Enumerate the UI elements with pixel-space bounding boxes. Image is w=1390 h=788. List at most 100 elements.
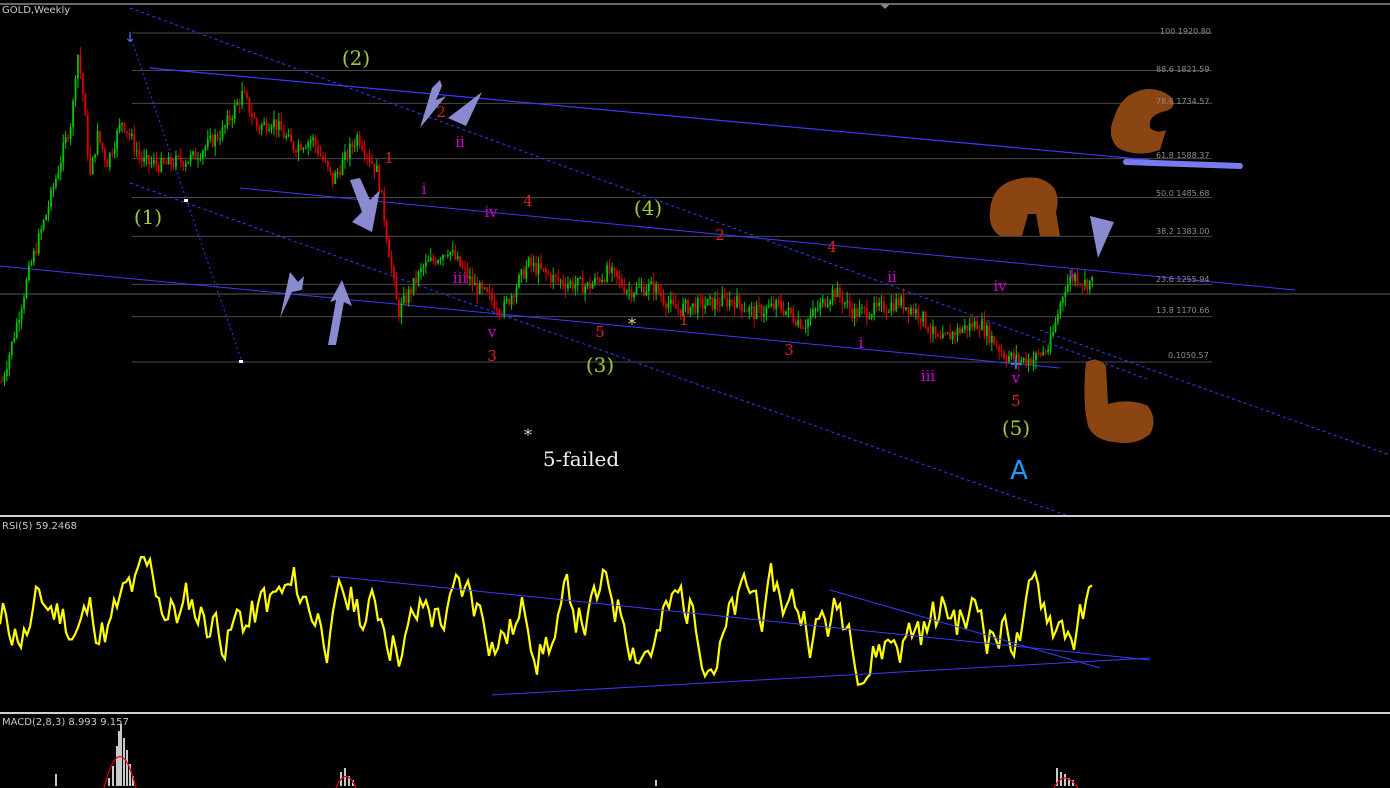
fib-label: 23.6 1255.94 xyxy=(1156,275,1210,284)
candle-body xyxy=(522,269,525,279)
wave-label-minor-iii: iii xyxy=(452,269,468,287)
wave-label-minor-iv: iv xyxy=(484,203,498,221)
price-candles[interactable]: ↓✛↓ xyxy=(1,30,1094,387)
candle-body xyxy=(52,187,55,190)
candle-body xyxy=(973,321,976,328)
candle-body xyxy=(892,303,895,311)
candle-body xyxy=(672,299,675,305)
candle-body xyxy=(390,257,393,268)
wave-label-primary-3: (3) xyxy=(585,353,615,377)
candle-body xyxy=(194,151,197,160)
candle-body xyxy=(64,137,67,144)
fib-label: 38.2 1383.00 xyxy=(1156,227,1210,236)
candle-body xyxy=(508,299,511,305)
candle-body xyxy=(990,336,993,343)
candle-body xyxy=(427,260,430,262)
candle-body xyxy=(84,94,87,116)
rsi-pane-title: RSI(5) 59.2468 xyxy=(2,521,77,532)
candle-body xyxy=(388,239,390,258)
candle-body xyxy=(932,326,934,334)
macd-bar xyxy=(1064,774,1066,786)
candle-body xyxy=(851,308,854,319)
candle-body xyxy=(1059,303,1062,315)
candle-body xyxy=(449,251,452,256)
failed-fifth-label: 5-failed xyxy=(542,447,620,471)
candle-body xyxy=(243,90,246,93)
candle-body xyxy=(170,157,172,166)
wave-label-intermediate-1: 1 xyxy=(384,149,394,167)
candle-body xyxy=(549,274,552,283)
candle-body xyxy=(745,310,748,312)
candle-body xyxy=(554,274,557,277)
candle-body xyxy=(885,312,888,314)
macd-bar xyxy=(120,724,122,786)
candle-body xyxy=(469,276,471,279)
macd-pane[interactable] xyxy=(55,724,1079,788)
candle-body xyxy=(579,277,582,279)
candle-body xyxy=(189,154,192,162)
candle-body xyxy=(1049,335,1052,350)
candle-body xyxy=(13,337,16,342)
candle-body xyxy=(224,125,226,128)
candle-body xyxy=(361,144,364,150)
candle-body xyxy=(422,266,425,269)
macd-pane-title: MACD(2,8,3) 8.993 9.157 xyxy=(2,717,129,728)
candle-body xyxy=(128,132,131,136)
candle-body xyxy=(246,92,248,98)
candle-body xyxy=(513,295,515,298)
candle-body xyxy=(1066,283,1069,292)
candle-body xyxy=(741,304,743,312)
candle-body xyxy=(375,165,378,173)
rsi-pane[interactable] xyxy=(0,555,1151,696)
candle-body xyxy=(363,149,366,156)
candle-body xyxy=(192,151,194,155)
candle-body xyxy=(792,313,795,322)
candle-body xyxy=(961,329,964,333)
candle-body xyxy=(155,160,158,166)
candle-body xyxy=(59,162,62,173)
candle-body xyxy=(807,319,809,328)
candle-body xyxy=(358,135,361,145)
candle-body xyxy=(1030,358,1032,365)
candle-body xyxy=(946,332,949,334)
candle-body xyxy=(135,150,138,152)
candle-body xyxy=(704,305,707,309)
candle-body xyxy=(45,215,47,221)
candle-body xyxy=(760,306,763,317)
candle-body xyxy=(684,300,687,304)
candle-body xyxy=(643,286,645,296)
candle-body xyxy=(640,286,643,288)
candle-body xyxy=(628,290,631,292)
wave-label-minor-iv: iv xyxy=(993,277,1007,295)
candle-body xyxy=(941,333,944,339)
candle-body xyxy=(74,78,77,101)
candle-body xyxy=(753,306,756,319)
candle-body xyxy=(160,157,163,172)
candle-body xyxy=(966,325,969,331)
candle-body xyxy=(701,299,704,309)
trend-anchor xyxy=(184,199,188,202)
candle-body xyxy=(1079,283,1081,285)
candle-body xyxy=(317,145,319,154)
candle-body xyxy=(963,325,966,330)
candle-body xyxy=(461,266,464,268)
candle-body xyxy=(721,295,724,306)
candle-body xyxy=(532,262,535,266)
candle-body xyxy=(623,286,626,293)
candle-body xyxy=(777,300,780,302)
candle-body xyxy=(113,148,116,154)
candle-body xyxy=(434,260,437,264)
candle-body xyxy=(106,159,109,168)
macd-bar xyxy=(118,731,120,786)
candle-body xyxy=(981,320,983,330)
candle-body xyxy=(547,272,550,275)
candle-body xyxy=(221,127,224,139)
wave-label-intermediate-2: 2 xyxy=(436,103,446,121)
candle-body xyxy=(432,257,435,261)
candle-body xyxy=(905,307,907,310)
candle-body xyxy=(1052,331,1054,336)
candle-body xyxy=(540,263,542,269)
candle-body xyxy=(912,308,915,314)
candle-body xyxy=(728,299,731,307)
candle-body xyxy=(520,269,523,276)
